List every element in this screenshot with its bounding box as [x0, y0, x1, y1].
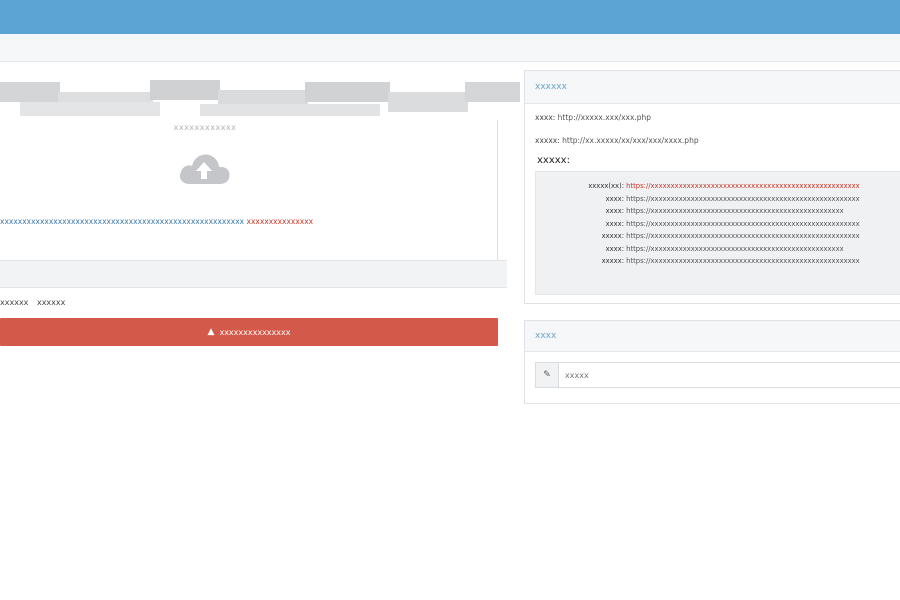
search-field: ✎ — [535, 362, 900, 388]
upload-notice: xxxxxxxxxxxxxxxxxxxxxxxxxxxxxxxxxxxxxxxx… — [0, 217, 500, 226]
api-info-panel-title: xxxxxx — [525, 71, 900, 104]
url-value[interactable]: https://xxxxxxxxxxxxxxxxxxxxxxxxxxxxxxxx… — [626, 220, 860, 228]
url-key: xxxx: — [605, 244, 624, 253]
url-value[interactable]: https://xxxxxxxxxxxxxxxxxxxxxxxxxxxxxxxx… — [626, 245, 843, 253]
url-line: xxxxx: https://xxxxxxxxxxxxxxxxxxxxxxxxx… — [536, 255, 900, 268]
notice-text-red: xxxxxxxxxxxxxxx — [246, 217, 314, 226]
warning-button[interactable]: ▲ xxxxxxxxxxxxxxx — [0, 318, 498, 346]
action-link-1[interactable]: xxxxxx — [0, 298, 28, 307]
notice-text: xxxxxxxxxxxxxxxxxxxxxxxxxxxxxxxxxxxxxxxx… — [0, 217, 245, 226]
action-links: xxxxxx xxxxxx — [0, 298, 71, 307]
url-value[interactable]: https://xxxxxxxxxxxxxxxxxxxxxxxxxxxxxxxx… — [626, 182, 860, 190]
upload-hint: xxxxxxxxxxxx — [173, 123, 237, 132]
url-key: xxxx: — [605, 219, 624, 228]
url-line: xxxx: https://xxxxxxxxxxxxxxxxxxxxxxxxxx… — [536, 218, 900, 231]
url-key: xxxx: — [605, 194, 624, 203]
url-key: xxxxx(xx): — [588, 182, 624, 190]
top-navigation-bar — [0, 0, 900, 34]
info-row: xxxxx: http://xx.xxxxx/xx/xxx/xxx/xxxx.p… — [535, 136, 699, 145]
url-list: xxxxx(xx): https://xxxxxxxxxxxxxxxxxxxxx… — [535, 171, 900, 295]
upload-panel: xxxxxxxxxxxx xxxxxxxxxxxxxxxxxxxxxxxxxxx… — [0, 70, 520, 352]
url-value[interactable]: https://xxxxxxxxxxxxxxxxxxxxxxxxxxxxxxxx… — [626, 195, 860, 203]
url-value[interactable]: https://xxxxxxxxxxxxxxxxxxxxxxxxxxxxxxxx… — [626, 232, 860, 240]
search-panel-title: xxxx — [525, 321, 900, 352]
url-list-title: xxxxx: — [537, 155, 570, 166]
pixelated-region — [0, 74, 520, 124]
api-info-panel: xxxxxx xxxx: http://xxxxx.xxx/xxx.php xx… — [524, 70, 900, 304]
action-link-2[interactable]: xxxxxx — [37, 298, 65, 307]
search-icon: ✎ — [536, 363, 559, 387]
upload-dropzone[interactable]: xxxxxxxxxxxx — [0, 120, 498, 264]
url-key: xxxx: — [605, 207, 624, 215]
section-divider — [0, 260, 507, 288]
info-row: xxxx: http://xxxxx.xxx/xxx.php — [535, 113, 651, 122]
url-value[interactable]: https://xxxxxxxxxxxxxxxxxxxxxxxxxxxxxxxx… — [626, 257, 860, 265]
search-panel: xxxx ✎ — [524, 320, 900, 404]
url-line: xxxxx(xx): https://xxxxxxxxxxxxxxxxxxxxx… — [536, 180, 900, 193]
warning-triangle-icon: ▲ — [207, 326, 215, 337]
cloud-upload-icon[interactable] — [176, 148, 232, 188]
url-line: xxxx: https://xxxxxxxxxxxxxxxxxxxxxxxxxx… — [536, 243, 900, 256]
url-line: xxxxx: https://xxxxxxxxxxxxxxxxxxxxxxxxx… — [536, 230, 900, 243]
url-line: xxxx: https://xxxxxxxxxxxxxxxxxxxxxxxxxx… — [536, 193, 900, 206]
info-row-key: xxxxx: — [535, 136, 560, 145]
url-line: xxxx: https://xxxxxxxxxxxxxxxxxxxxxxxxxx… — [536, 205, 900, 218]
url-value[interactable]: https://xxxxxxxxxxxxxxxxxxxxxxxxxxxxxxxx… — [626, 207, 843, 215]
info-row-value[interactable]: http://xx.xxxxx/xx/xxx/xxx/xxxx.php — [562, 136, 698, 145]
sub-toolbar — [0, 34, 900, 62]
info-row-key: xxxx: — [535, 113, 556, 122]
url-key: xxxxx: — [601, 232, 624, 240]
info-row-value[interactable]: http://xxxxx.xxx/xxx.php — [558, 113, 651, 122]
search-input[interactable] — [559, 364, 867, 386]
warning-label: xxxxxxxxxxxxxxx — [219, 327, 291, 337]
url-key: xxxxx: — [601, 257, 624, 265]
